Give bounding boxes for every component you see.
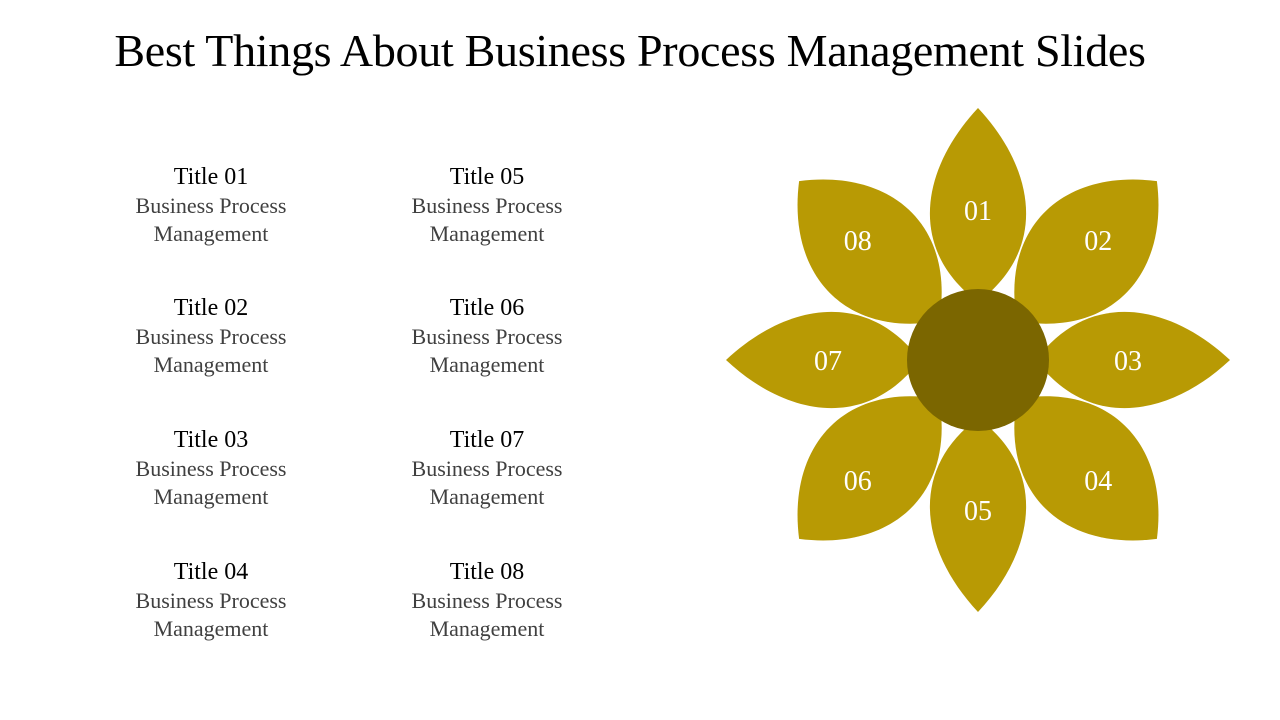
petal-label-02: 02 <box>1084 226 1112 257</box>
petal-label-08: 08 <box>844 226 872 257</box>
petal-label-06: 06 <box>844 466 872 497</box>
flower-diagram: 01 02 03 04 05 06 07 08 <box>726 108 1230 612</box>
petal-label-05: 05 <box>964 496 992 527</box>
petal-label-07: 07 <box>814 346 842 377</box>
petal-label-01: 01 <box>964 196 992 227</box>
flower-center <box>907 289 1049 431</box>
petal-label-03: 03 <box>1114 346 1142 377</box>
petal-label-04: 04 <box>1084 466 1112 497</box>
